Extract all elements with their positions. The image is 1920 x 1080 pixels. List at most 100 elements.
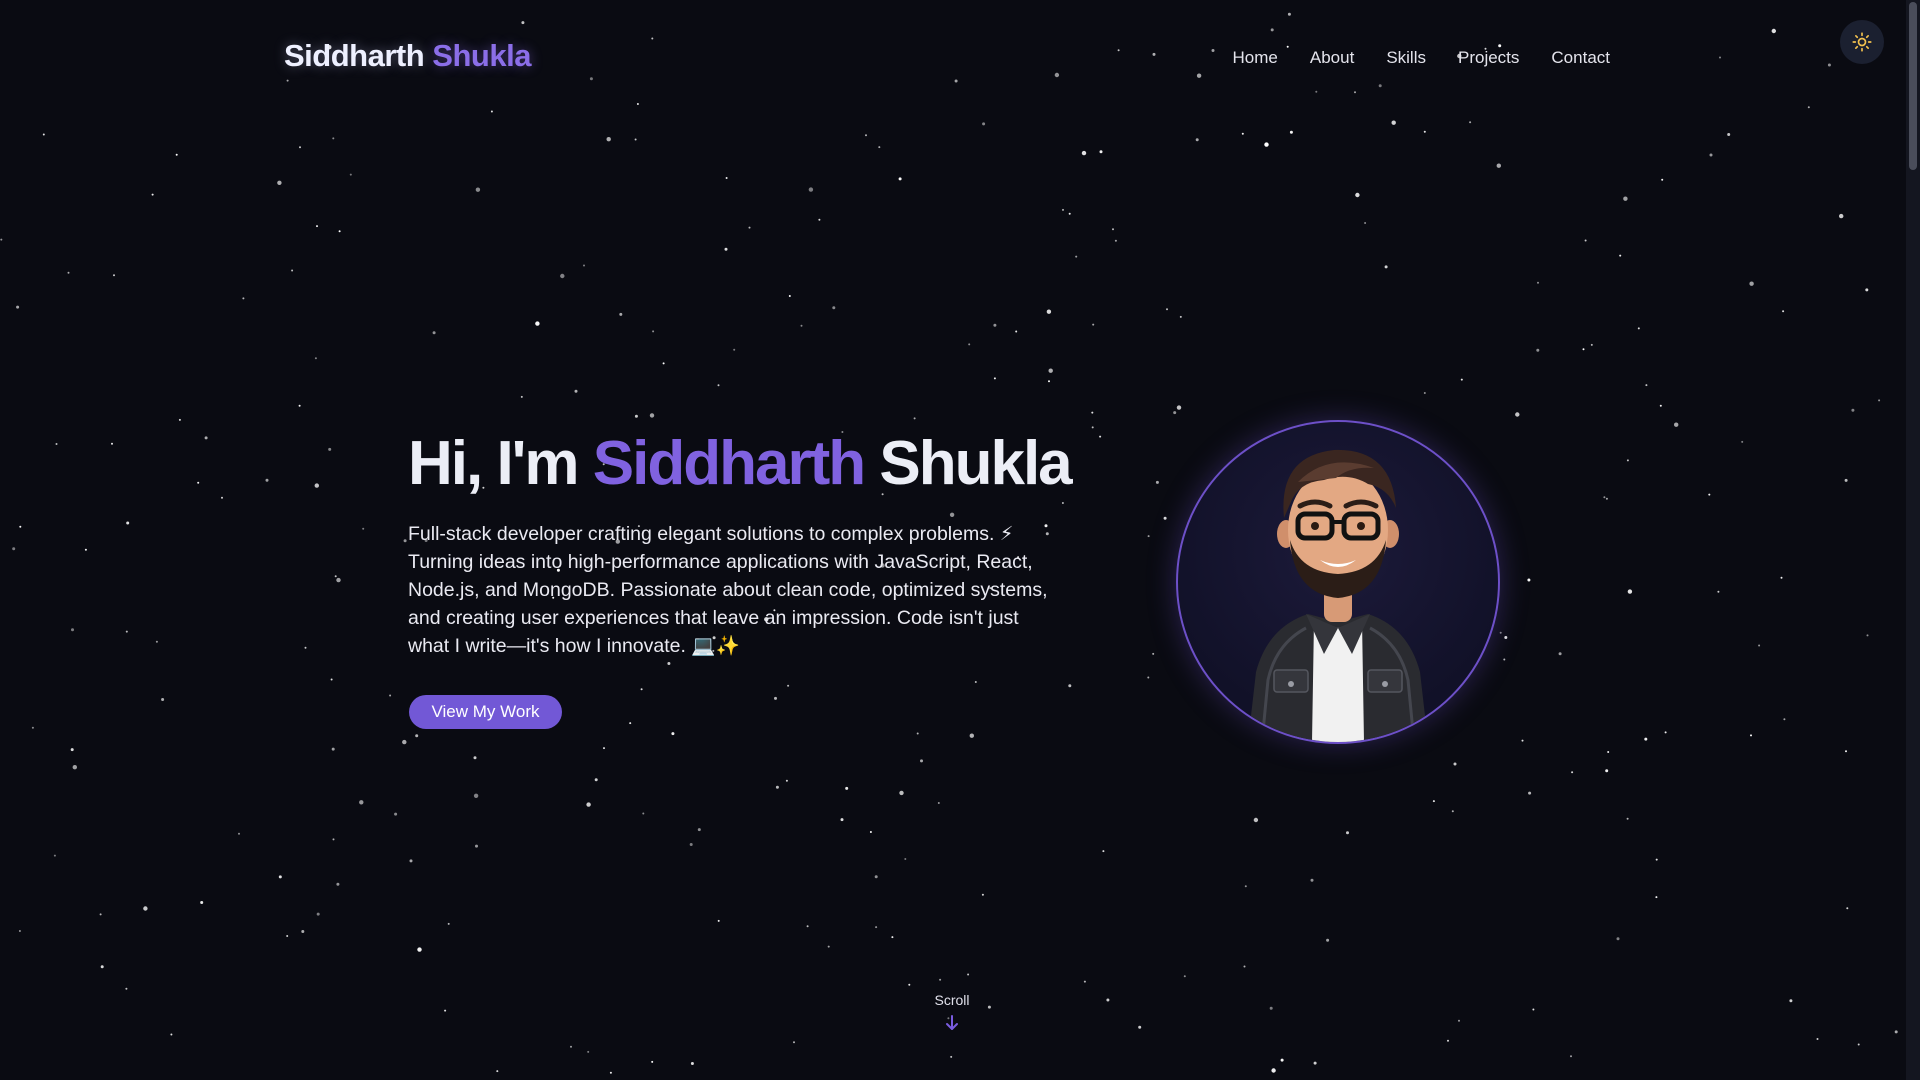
- nav-contact[interactable]: Contact: [1551, 48, 1610, 68]
- star: [891, 936, 894, 939]
- scroll-indicator[interactable]: Scroll: [902, 992, 1002, 1032]
- star: [113, 274, 115, 277]
- star: [42, 133, 45, 136]
- star: [221, 496, 223, 499]
- star: [328, 447, 332, 451]
- arrow-down-icon: [946, 1015, 958, 1030]
- star: [1749, 281, 1754, 286]
- star: [1558, 652, 1562, 656]
- star: [1878, 399, 1881, 402]
- star: [278, 875, 282, 879]
- nav-skills[interactable]: Skills: [1386, 48, 1426, 68]
- star: [0, 238, 3, 241]
- star: [409, 859, 413, 863]
- star: [634, 414, 638, 418]
- star: [560, 273, 565, 279]
- site-header: Siddharth Shukla Home About Skills Proje…: [0, 0, 1908, 116]
- star: [845, 786, 849, 790]
- scrollbar-thumb[interactable]: [1909, 2, 1917, 170]
- star: [336, 882, 340, 886]
- star: [874, 875, 878, 879]
- star: [981, 893, 984, 896]
- star: [1099, 150, 1103, 154]
- star: [444, 1009, 447, 1012]
- star: [1627, 589, 1633, 594]
- star: [1782, 310, 1785, 313]
- star: [967, 973, 970, 976]
- star: [299, 146, 301, 149]
- star: [1068, 212, 1071, 215]
- star: [334, 575, 337, 578]
- star: [1637, 327, 1640, 330]
- logo-first-name: Siddharth: [284, 38, 425, 73]
- star: [1655, 896, 1658, 899]
- star: [717, 919, 720, 922]
- star: [968, 343, 971, 346]
- star: [314, 483, 319, 488]
- star: [642, 812, 645, 815]
- star: [1816, 1038, 1819, 1040]
- site-logo[interactable]: Siddharth Shukla: [284, 38, 531, 74]
- star: [667, 662, 671, 665]
- star: [1081, 150, 1087, 156]
- page-scrollbar[interactable]: [1906, 0, 1920, 1080]
- star: [1364, 222, 1367, 224]
- star: [362, 527, 365, 530]
- star: [1605, 497, 1608, 500]
- theme-toggle-button[interactable]: [1840, 20, 1884, 64]
- star: [1619, 254, 1622, 257]
- hero-greeting: Hi, I'm: [408, 429, 580, 498]
- star: [242, 297, 245, 300]
- star: [1099, 435, 1102, 438]
- star: [403, 539, 407, 543]
- star: [417, 947, 422, 952]
- star: [649, 413, 655, 418]
- star: [570, 1045, 572, 1048]
- star: [652, 330, 655, 333]
- star: [125, 987, 128, 990]
- page: Siddharth Shukla Home About Skills Proje…: [0, 0, 1920, 1080]
- star: [913, 417, 916, 420]
- star: [916, 732, 919, 735]
- star: [920, 759, 923, 763]
- star: [1758, 644, 1761, 647]
- star: [1313, 1061, 1317, 1065]
- star: [785, 779, 788, 782]
- star: [99, 913, 102, 916]
- star: [1092, 323, 1095, 326]
- star: [832, 306, 836, 310]
- star: [1068, 684, 1072, 688]
- star: [1839, 213, 1844, 219]
- star: [969, 733, 974, 738]
- star: [161, 698, 165, 701]
- star: [1384, 265, 1388, 269]
- view-my-work-button[interactable]: View My Work: [409, 695, 562, 729]
- star: [586, 802, 591, 807]
- star: [1391, 120, 1396, 125]
- star: [1271, 1068, 1276, 1073]
- star: [1851, 408, 1855, 412]
- star: [609, 1071, 612, 1074]
- star: [1661, 178, 1664, 181]
- star: [304, 646, 307, 649]
- nav-home[interactable]: Home: [1233, 48, 1278, 68]
- star: [1280, 1058, 1284, 1062]
- star: [606, 137, 611, 142]
- star: [818, 218, 821, 221]
- star: [1469, 121, 1472, 124]
- star: [1789, 999, 1793, 1003]
- star: [1147, 535, 1150, 538]
- star: [1664, 731, 1667, 734]
- nav-projects[interactable]: Projects: [1458, 48, 1519, 68]
- nav-about[interactable]: About: [1310, 48, 1354, 68]
- star: [53, 854, 56, 857]
- star: [1537, 281, 1539, 284]
- star: [1423, 392, 1426, 394]
- star: [1048, 380, 1050, 383]
- star: [1179, 315, 1182, 318]
- star: [1571, 771, 1574, 774]
- star: [1310, 878, 1314, 882]
- star: [1674, 422, 1679, 427]
- star: [1783, 718, 1786, 721]
- star: [331, 747, 335, 751]
